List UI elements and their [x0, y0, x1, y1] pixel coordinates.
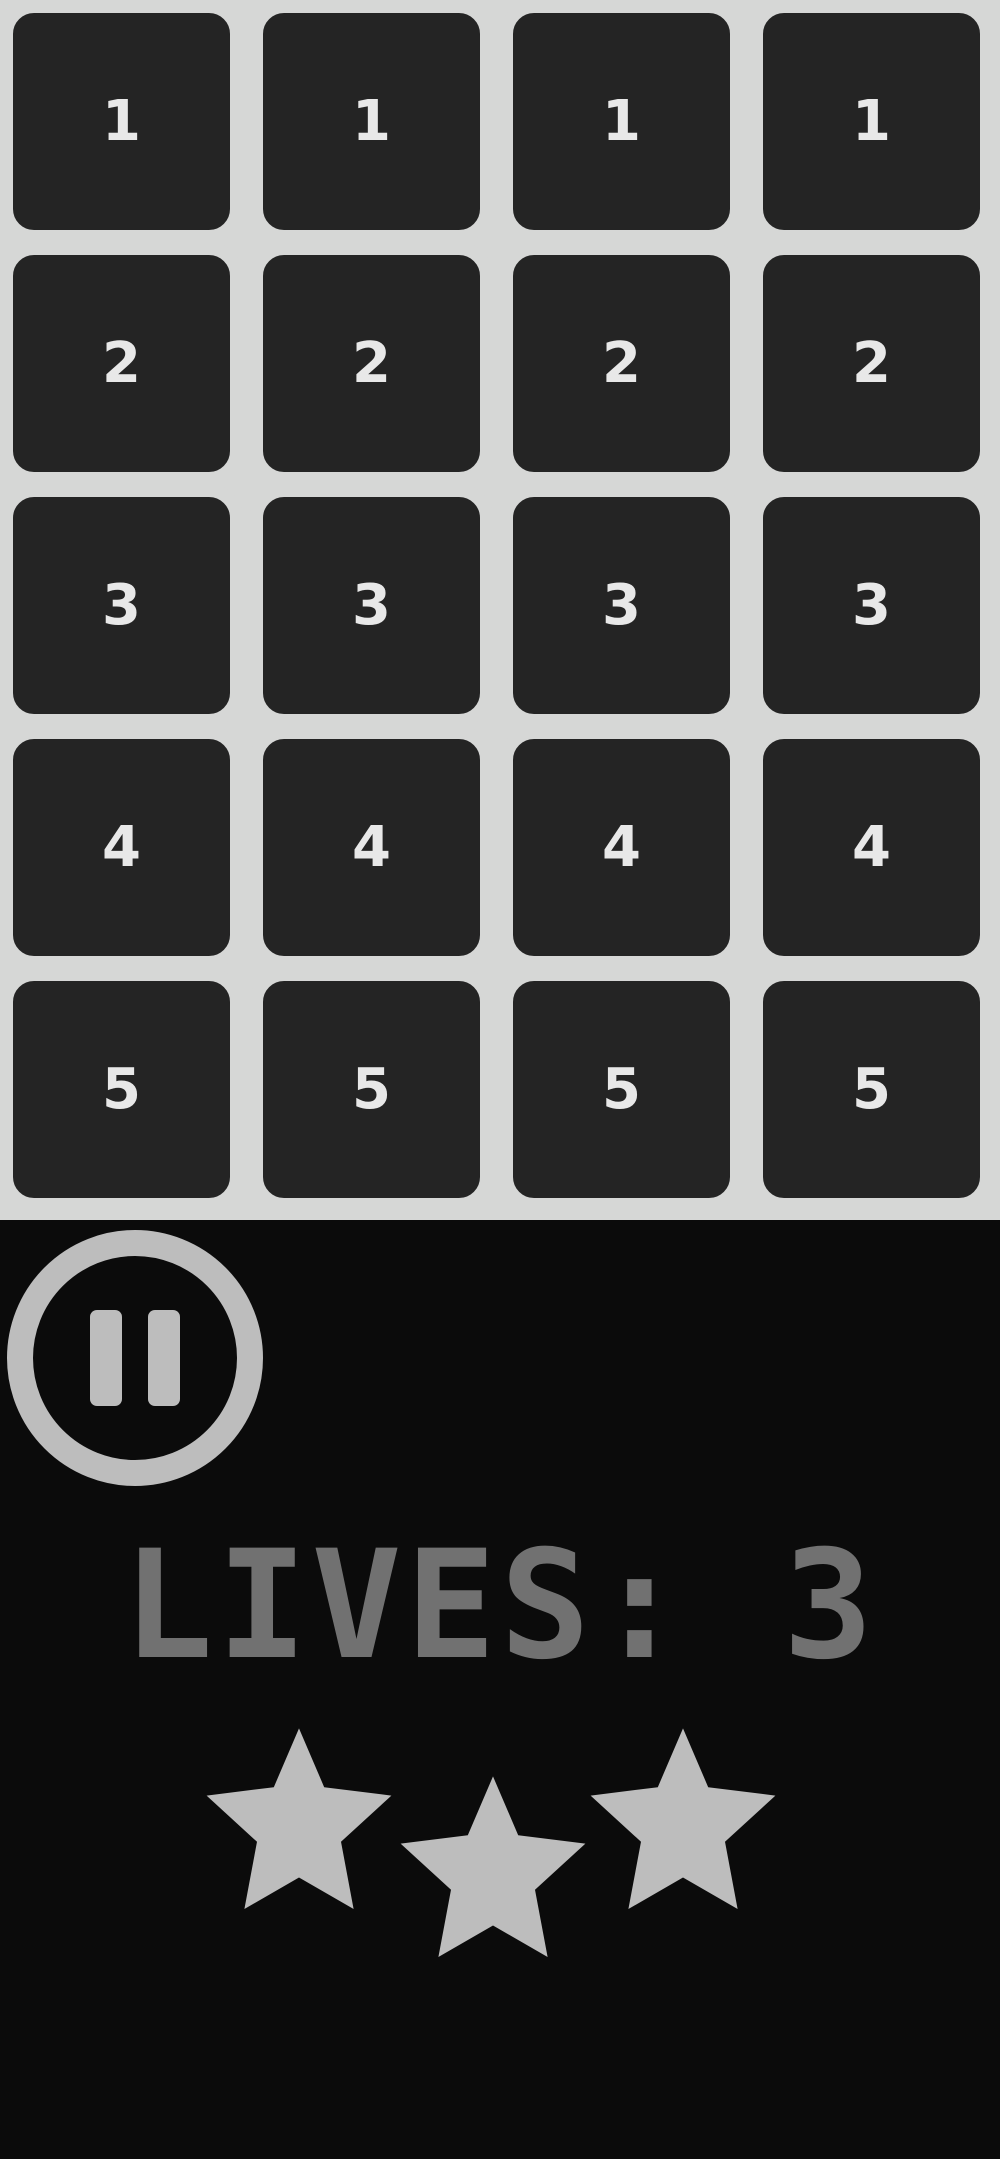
tile-label: 1: [352, 88, 391, 154]
tile-label: 2: [852, 330, 891, 396]
tile-label: 3: [852, 572, 891, 638]
star-icon: [400, 1776, 586, 1957]
tile-label: 5: [602, 1056, 641, 1122]
tile-label: 3: [352, 572, 391, 638]
tile-label: 4: [352, 814, 391, 880]
tile-r5-c3[interactable]: 5: [500, 968, 743, 1211]
tile-r4-c4[interactable]: 4: [750, 726, 993, 969]
tile-label: 4: [852, 814, 891, 880]
tile-r3-c4[interactable]: 3: [750, 484, 993, 727]
tile-r3-c3[interactable]: 3: [500, 484, 743, 727]
tile-label: 2: [352, 330, 391, 396]
tile-r1-c4[interactable]: 1: [750, 0, 993, 243]
lives-label: LIVES:: [122, 1519, 689, 1693]
tile-r2-c2[interactable]: 2: [250, 242, 493, 485]
tile-r2-c4[interactable]: 2: [750, 242, 993, 485]
tile-r4-c1[interactable]: 4: [0, 726, 243, 969]
tile-label: 4: [102, 814, 141, 880]
tile-label: 3: [602, 572, 641, 638]
lives-counter: LIVES: 3: [0, 1526, 1000, 1686]
tile-grid: 1 1 1 1 2 2 2 2 3 3 3 3 4 4 4 4 5 5 5 5: [0, 0, 1000, 1220]
tile-label: 5: [102, 1056, 141, 1122]
tile-r1-c1[interactable]: 1: [0, 0, 243, 243]
pause-button[interactable]: [7, 1230, 263, 1486]
tile-label: 4: [602, 814, 641, 880]
tile-label: 5: [852, 1056, 891, 1122]
star-rating: [0, 1720, 1000, 1960]
tile-r3-c1[interactable]: 3: [0, 484, 243, 727]
tile-label: 2: [602, 330, 641, 396]
pause-icon: [77, 1310, 193, 1406]
star-icon: [590, 1728, 776, 1909]
tile-r2-c1[interactable]: 2: [0, 242, 243, 485]
tile-label: 5: [352, 1056, 391, 1122]
tile-r4-c2[interactable]: 4: [250, 726, 493, 969]
tile-r3-c2[interactable]: 3: [250, 484, 493, 727]
tile-r5-c4[interactable]: 5: [750, 968, 993, 1211]
tile-label: 1: [852, 88, 891, 154]
tile-label: 1: [102, 88, 141, 154]
tile-r2-c3[interactable]: 2: [500, 242, 743, 485]
lives-value: 3: [782, 1519, 878, 1693]
tile-r4-c3[interactable]: 4: [500, 726, 743, 969]
tile-r1-c2[interactable]: 1: [250, 0, 493, 243]
tile-r5-c2[interactable]: 5: [250, 968, 493, 1211]
tile-r5-c1[interactable]: 5: [0, 968, 243, 1211]
tile-label: 2: [102, 330, 141, 396]
tile-label: 3: [102, 572, 141, 638]
tile-label: 1: [602, 88, 641, 154]
tile-r1-c3[interactable]: 1: [500, 0, 743, 243]
star-icon: [206, 1728, 392, 1909]
